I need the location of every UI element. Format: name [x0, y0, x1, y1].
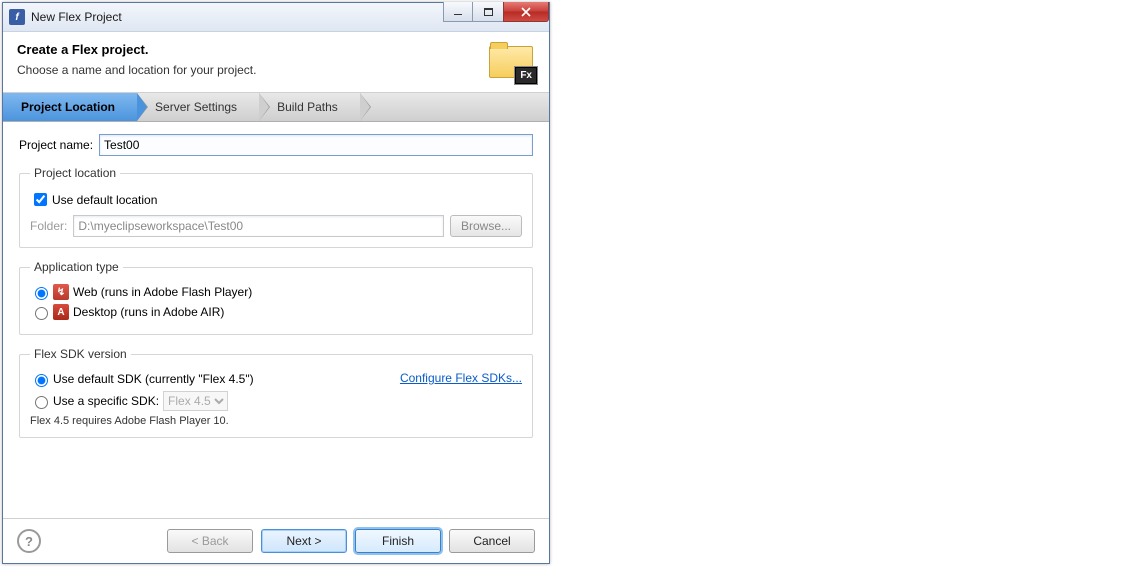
project-location-legend: Project location	[30, 166, 120, 180]
use-default-location-label: Use default location	[52, 193, 157, 207]
back-button: < Back	[167, 529, 253, 553]
help-icon: ?	[25, 534, 33, 549]
help-button[interactable]: ?	[17, 529, 41, 553]
step-label: Project Location	[21, 100, 115, 114]
minimize-button[interactable]	[443, 2, 473, 22]
step-build-paths[interactable]: Build Paths	[259, 93, 360, 121]
step-project-location[interactable]: Project Location	[3, 93, 137, 121]
browse-button: Browse...	[450, 215, 522, 237]
cancel-button[interactable]: Cancel	[449, 529, 535, 553]
sdk-version-legend: Flex SDK version	[30, 347, 131, 361]
use-default-location-checkbox[interactable]	[34, 193, 47, 206]
folder-label: Folder:	[30, 219, 67, 233]
folder-input	[73, 215, 444, 237]
maximize-button[interactable]	[472, 2, 504, 22]
step-server-settings[interactable]: Server Settings	[137, 93, 259, 121]
air-icon: A	[53, 304, 69, 320]
content-area: Project name: Project location Use defau…	[3, 122, 549, 518]
close-button[interactable]	[503, 2, 549, 22]
titlebar: f New Flex Project	[3, 3, 549, 32]
apptype-web-label: Web (runs in Adobe Flash Player)	[73, 285, 252, 299]
fx-badge: Fx	[515, 67, 537, 84]
finish-button[interactable]: Finish	[355, 529, 441, 553]
apptype-web-radio[interactable]	[35, 287, 48, 300]
apptype-desktop-label: Desktop (runs in Adobe AIR)	[73, 305, 224, 319]
window-controls	[444, 2, 549, 22]
application-type-legend: Application type	[30, 260, 123, 274]
button-bar: ? < Back Next > Finish Cancel	[3, 518, 549, 563]
sdk-version-group: Flex SDK version Configure Flex SDKs... …	[19, 347, 533, 438]
application-type-group: Application type ↯ Web (runs in Adobe Fl…	[19, 260, 533, 335]
apptype-desktop-radio[interactable]	[35, 307, 48, 320]
project-name-input[interactable]	[99, 134, 533, 156]
sdk-specific-select: Flex 4.5	[163, 391, 228, 411]
close-icon	[521, 7, 531, 17]
header-panel: Create a Flex project. Choose a name and…	[3, 32, 549, 93]
web-icon: ↯	[53, 284, 69, 300]
step-label: Build Paths	[277, 100, 338, 114]
project-name-label: Project name:	[19, 138, 93, 152]
page-subtitle: Choose a name and location for your proj…	[17, 63, 487, 77]
project-name-row: Project name:	[19, 134, 533, 156]
sdk-specific-label: Use a specific SDK:	[53, 394, 159, 408]
step-label: Server Settings	[155, 100, 237, 114]
sdk-requirement-note: Flex 4.5 requires Adobe Flash Player 10.	[30, 415, 522, 427]
spacer	[19, 450, 533, 510]
configure-sdk-link[interactable]: Configure Flex SDKs...	[400, 371, 522, 385]
page-title: Create a Flex project.	[17, 42, 487, 57]
sdk-default-radio[interactable]	[35, 374, 48, 387]
project-location-group: Project location Use default location Fo…	[19, 166, 533, 248]
sdk-default-label: Use default SDK (currently "Flex 4.5")	[53, 372, 254, 386]
app-icon: f	[9, 9, 25, 25]
sdk-specific-radio[interactable]	[35, 396, 48, 409]
wizard-steps: Project Location Server Settings Build P…	[3, 93, 549, 122]
next-button[interactable]: Next >	[261, 529, 347, 553]
wizard-window: f New Flex Project Create a Flex project…	[2, 2, 550, 564]
header-icon: Fx	[487, 42, 535, 82]
